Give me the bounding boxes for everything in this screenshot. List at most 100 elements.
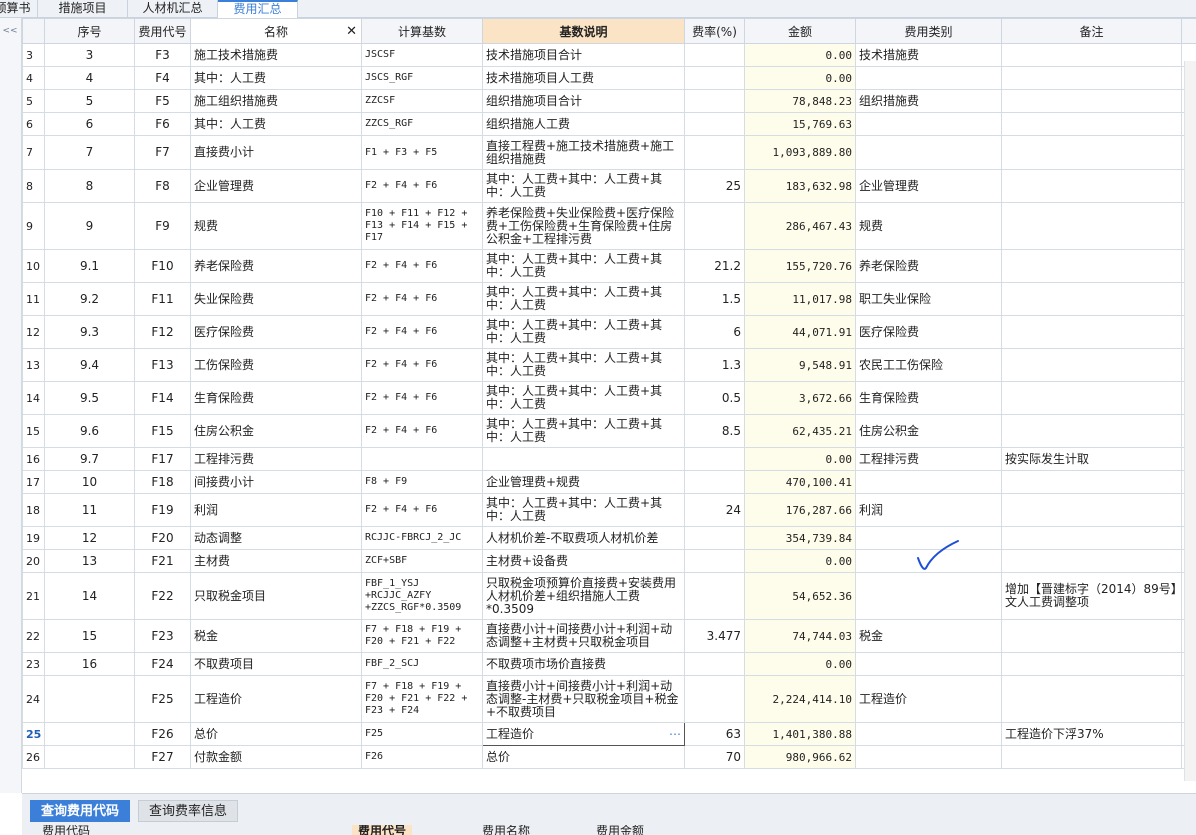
category-cell[interactable]: 利润 (855, 493, 1002, 527)
category-cell[interactable]: 工程造价 (855, 675, 1002, 723)
name-cell[interactable]: 工程造价 (190, 675, 362, 723)
code-cell[interactable]: F3 (134, 43, 191, 67)
row-number[interactable]: 13 (22, 348, 45, 382)
seq-cell[interactable]: 9 (44, 202, 135, 250)
note-cell[interactable] (1001, 414, 1182, 448)
row-number[interactable]: 3 (22, 43, 45, 67)
category-cell[interactable]: 养老保险费 (855, 249, 1002, 283)
name-cell[interactable]: 工伤保险费 (190, 348, 362, 382)
amount-cell[interactable]: 0.00 (744, 652, 856, 676)
category-cell[interactable] (855, 745, 1002, 769)
name-cell[interactable]: 不取费项目 (190, 652, 362, 676)
rate-cell[interactable] (684, 572, 745, 620)
code-cell[interactable]: F25 (134, 675, 191, 723)
note-cell[interactable] (1001, 43, 1182, 67)
base-cell[interactable]: F26 (361, 745, 483, 769)
table-row[interactable]: 15 9.6 F15 住房公积金 F2 + F4 + F6 其中：人工费+其中：人工费+其… (22, 414, 1196, 448)
name-cell[interactable]: 企业管理费 (190, 169, 362, 203)
code-cell[interactable]: F14 (134, 381, 191, 415)
amount-cell[interactable]: 54,652.36 (744, 572, 856, 620)
close-icon[interactable]: ✕ (346, 24, 357, 39)
note-cell[interactable] (1001, 348, 1182, 382)
desc-cell[interactable]: 总价 (482, 745, 685, 769)
row-number[interactable]: 20 (22, 549, 45, 573)
row-number[interactable]: 7 (22, 135, 45, 170)
row-number[interactable]: 19 (22, 526, 45, 550)
desc-cell[interactable]: 组织措施项目合计 (482, 89, 685, 113)
seq-cell[interactable]: 4 (44, 66, 135, 90)
seq-cell[interactable]: 9.4 (44, 348, 135, 382)
rate-cell[interactable]: 0.5 (684, 381, 745, 415)
name-cell[interactable]: 生育保险费 (190, 381, 362, 415)
category-cell[interactable]: 医疗保险费 (855, 315, 1002, 349)
desc-cell[interactable]: 其中：人工费+其中：人工费+其中：人工费 (482, 169, 685, 203)
desc-cell[interactable]: 养老保险费+失业保险费+医疗保险费+工伤保险费+生育保险费+住房公积金+工程排污… (482, 202, 685, 250)
desc-cell[interactable]: 只取税金项预算价直接费+安装费用人材机价差+组织措施人工费*0.3509 (482, 572, 685, 620)
row-number[interactable]: 12 (22, 315, 45, 349)
name-cell[interactable]: 间接费小计 (190, 470, 362, 494)
seq-cell[interactable]: 6 (44, 112, 135, 136)
note-cell[interactable] (1001, 675, 1182, 723)
amount-cell[interactable]: 286,467.43 (744, 202, 856, 250)
amount-cell[interactable]: 62,435.21 (744, 414, 856, 448)
note-cell[interactable] (1001, 745, 1182, 769)
table-row[interactable]: 13 9.4 F13 工伤保险费 F2 + F4 + F6 其中：人工费+其中：人工费+其… (22, 348, 1196, 382)
row-number[interactable]: 17 (22, 470, 45, 494)
note-cell[interactable] (1001, 526, 1182, 550)
amount-cell[interactable]: 0.00 (744, 447, 856, 471)
desc-cell[interactable]: 企业管理费+规费 (482, 470, 685, 494)
seq-cell[interactable] (44, 722, 135, 746)
category-cell[interactable]: 技术措施费 (855, 43, 1002, 67)
amount-cell[interactable]: 44,071.91 (744, 315, 856, 349)
row-number[interactable]: 8 (22, 169, 45, 203)
tab-query-rate-info[interactable]: 查询费率信息 (138, 800, 239, 822)
base-cell[interactable]: JSCS_RGF (361, 66, 483, 90)
rate-cell[interactable]: 63 (684, 722, 745, 746)
base-cell[interactable]: F2 + F4 + F6 (361, 249, 483, 283)
seq-cell[interactable]: 8 (44, 169, 135, 203)
name-cell[interactable]: 养老保险费 (190, 249, 362, 283)
code-cell[interactable]: F10 (134, 249, 191, 283)
rate-cell[interactable]: 8.5 (684, 414, 745, 448)
code-cell[interactable]: F27 (134, 745, 191, 769)
amount-cell[interactable]: 15,769.63 (744, 112, 856, 136)
category-cell[interactable]: 生育保险费 (855, 381, 1002, 415)
col-header-extra[interactable]: 输 (1181, 18, 1196, 44)
rate-cell[interactable] (684, 526, 745, 550)
base-cell[interactable]: F7 + F18 + F19 + F20 + F21 + F22 + F23 +… (361, 675, 483, 723)
code-cell[interactable]: F24 (134, 652, 191, 676)
base-cell[interactable]: F2 + F4 + F6 (361, 493, 483, 527)
seq-cell[interactable]: 15 (44, 619, 135, 653)
category-cell[interactable] (855, 470, 1002, 494)
base-cell[interactable]: FBF_2_SCJ (361, 652, 483, 676)
name-cell[interactable]: 其中：人工费 (190, 66, 362, 90)
table-row[interactable]: 26 F27 付款金额 F26 总价 70 980,966.62 (22, 745, 1196, 769)
base-cell[interactable]: F1 + F3 + F5 (361, 135, 483, 170)
amount-cell[interactable]: 354,739.84 (744, 526, 856, 550)
note-cell[interactable] (1001, 315, 1182, 349)
base-cell[interactable]: F10 + F11 + F12 + F13 + F14 + F15 + F17 (361, 202, 483, 250)
desc-cell[interactable]: 其中：人工费+其中：人工费+其中：人工费 (482, 315, 685, 349)
col-header-base[interactable]: 计算基数 (361, 18, 483, 44)
code-cell[interactable]: F26 (134, 722, 191, 746)
amount-cell[interactable]: 176,287.66 (744, 493, 856, 527)
base-cell[interactable]: F25 (361, 722, 483, 746)
row-number[interactable]: 5 (22, 89, 45, 113)
amount-cell[interactable]: 0.00 (744, 43, 856, 67)
amount-cell[interactable]: 0.00 (744, 66, 856, 90)
desc-cell[interactable]: 技术措施项目人工费 (482, 66, 685, 90)
desc-cell[interactable]: ⋯ 工程造价 (482, 722, 685, 746)
category-cell[interactable] (855, 722, 1002, 746)
row-number[interactable]: 4 (22, 66, 45, 90)
base-cell[interactable]: F2 + F4 + F6 (361, 381, 483, 415)
amount-cell[interactable]: 980,966.62 (744, 745, 856, 769)
desc-cell[interactable]: 其中：人工费+其中：人工费+其中：人工费 (482, 282, 685, 316)
amount-cell[interactable]: 3,672.66 (744, 381, 856, 415)
table-row[interactable]: 16 9.7 F17 工程排污费 0.00 工程排污费 按实际发生计取 (22, 447, 1196, 471)
amount-cell[interactable]: 1,093,889.80 (744, 135, 856, 170)
note-cell[interactable] (1001, 249, 1182, 283)
seq-cell[interactable]: 13 (44, 549, 135, 573)
note-cell[interactable] (1001, 135, 1182, 170)
note-cell[interactable] (1001, 619, 1182, 653)
name-cell[interactable]: 规费 (190, 202, 362, 250)
